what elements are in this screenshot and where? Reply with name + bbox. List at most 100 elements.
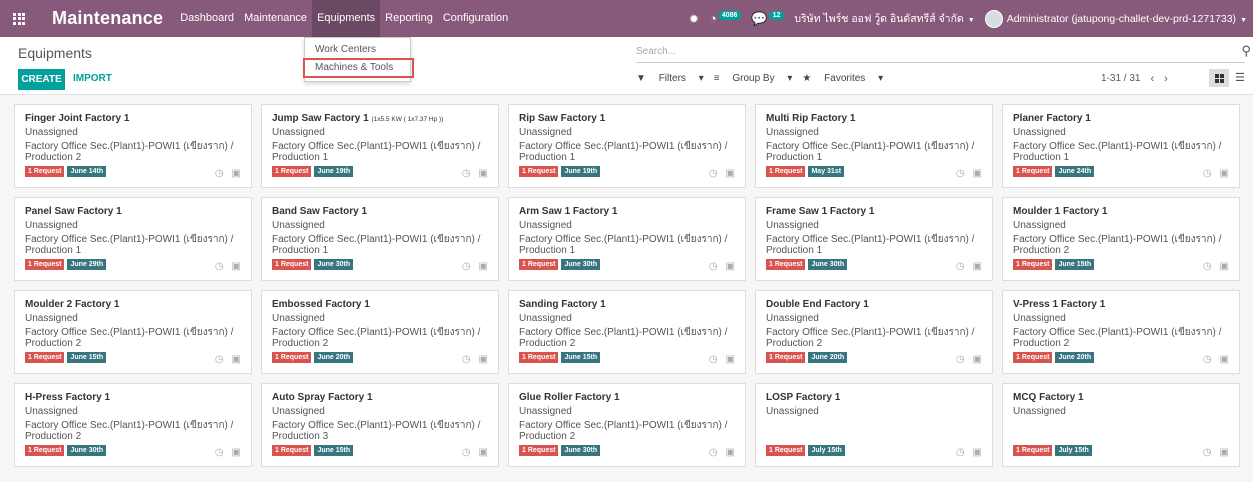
debug-bug-icon[interactable]: ✹ — [689, 12, 699, 26]
equipment-card[interactable]: MCQ Factory 1 Unassigned 1 Request July 15t… — [1002, 383, 1240, 467]
clock-icon[interactable]: ◷ — [215, 354, 224, 365]
clock-icon[interactable]: ◷ — [1203, 447, 1212, 458]
equipment-card[interactable]: Finger Joint Factory 1 Unassigned Factory … — [14, 104, 252, 188]
equipment-card[interactable]: Band Saw Factory 1 Unassigned Factory Offi… — [261, 197, 499, 281]
equipment-card[interactable]: Double End Factory 1 Unassigned Factory Of… — [755, 290, 993, 374]
equipment-card[interactable]: Moulder 1 Factory 1 Unassigned Factory Off… — [1002, 197, 1240, 281]
menu-configuration[interactable]: Configuration — [438, 0, 513, 37]
messaging-menu[interactable]: 💬 12 — [751, 11, 785, 27]
clock-icon[interactable]: ◷ — [709, 447, 718, 458]
request-badge[interactable]: 1 Request — [519, 259, 559, 270]
request-badge[interactable]: 1 Request — [1013, 259, 1053, 270]
equipment-card[interactable]: Planer Factory 1 Unassigned Factory Office… — [1002, 104, 1240, 188]
request-badge[interactable]: 1 Request — [25, 352, 65, 363]
equipment-card[interactable]: LOSP Factory 1 Unassigned 1 Request July 15… — [755, 383, 993, 467]
equipment-card[interactable]: Panel Saw Factory 1 Unassigned Factory Off… — [14, 197, 252, 281]
app-brand[interactable]: Maintenance — [52, 8, 163, 29]
clock-icon[interactable]: ◷ — [215, 261, 224, 272]
request-badge[interactable]: 1 Request — [272, 352, 312, 363]
clock-icon[interactable]: ◷ — [215, 168, 224, 179]
filters-button[interactable]: ▼ Filters ▾ — [636, 73, 704, 84]
request-badge[interactable]: 1 Request — [519, 352, 559, 363]
favorites-button[interactable]: ★ Favorites ▾ — [802, 73, 883, 84]
card-icons: ◷ ▣ — [701, 168, 735, 179]
activity-menu[interactable]: ◔ 4086 — [709, 11, 742, 26]
card-title-text: Auto Spray Factory 1 — [272, 392, 373, 403]
clock-icon[interactable]: ◷ — [956, 168, 965, 179]
request-badge[interactable]: 1 Request — [519, 445, 559, 456]
pager-value[interactable]: 1-31 / 31 — [1101, 73, 1140, 85]
pager-next-icon[interactable]: › — [1164, 73, 1168, 85]
request-badge[interactable]: 1 Request — [272, 259, 312, 270]
request-badge[interactable]: 1 Request — [766, 352, 806, 363]
avatar[interactable] — [984, 9, 1003, 28]
request-badge[interactable]: 1 Request — [25, 445, 65, 456]
request-badge[interactable]: 1 Request — [25, 166, 65, 177]
menu-reporting[interactable]: Reporting — [380, 0, 438, 37]
card-technician: Unassigned — [25, 406, 78, 417]
clock-icon[interactable]: ◷ — [709, 354, 718, 365]
clock-icon[interactable]: ◷ — [1203, 168, 1212, 179]
equipment-card[interactable]: Arm Saw 1 Factory 1 Unassigned Factory Off… — [508, 197, 746, 281]
request-badge[interactable]: 1 Request — [272, 445, 312, 456]
request-badge[interactable]: 1 Request — [272, 166, 312, 177]
equipment-card[interactable]: Frame Saw 1 Factory 1 Unassigned Factory O… — [755, 197, 993, 281]
card-location-line2: Production 2 — [1013, 245, 1070, 256]
request-badge[interactable]: 1 Request — [1013, 166, 1053, 177]
create-button[interactable]: CREATE — [18, 69, 65, 90]
pager: 1-31 / 31 ‹ › — [1101, 73, 1168, 85]
pager-previous-icon[interactable]: ‹ — [1150, 73, 1154, 85]
card-title: Moulder 1 Factory 1 — [1013, 206, 1229, 217]
search-icon[interactable]: ⚲ — [1241, 43, 1251, 59]
equipment-card[interactable]: H-Press Factory 1 Unassigned Factory Offic… — [14, 383, 252, 467]
kanban-view-icon[interactable] — [1209, 69, 1229, 87]
request-badge[interactable]: 1 Request — [1013, 352, 1053, 363]
clock-icon[interactable]: ◷ — [1203, 261, 1212, 272]
group-by-button[interactable]: ≡ Group By ▾ — [714, 73, 793, 84]
card-location-line2: Production 2 — [25, 152, 82, 163]
request-badge[interactable]: 1 Request — [766, 166, 806, 177]
menu-equipments[interactable]: Equipments — [312, 0, 381, 37]
menu-maintenance[interactable]: Maintenance — [239, 0, 312, 37]
search-input[interactable]: Search... ⚲ — [636, 43, 1251, 63]
card-location-line2: Production 1 — [766, 245, 823, 256]
equipment-card[interactable]: Jump Saw Factory 1 (1x5.5 KW ( 1x7.37 Hp… — [261, 104, 499, 188]
list-view-icon[interactable]: ☰ — [1235, 71, 1245, 84]
menu-dashboard[interactable]: Dashboard — [175, 0, 239, 37]
user-menu[interactable]: Administrator (jatupong-challet-dev-prd-… — [1007, 13, 1247, 25]
clock-icon[interactable]: ◷ — [215, 447, 224, 458]
date-badge: June 29th — [67, 259, 107, 270]
clock-icon[interactable]: ◷ — [462, 168, 471, 179]
company-switcher[interactable]: บริษัท ไพร์ช ออฟ วู้ด อินดัสทรีส์ จำกัด ▼ — [794, 10, 974, 27]
clock-icon[interactable]: ◷ — [462, 261, 471, 272]
equipment-card[interactable]: Glue Roller Factory 1 Unassigned Factory O… — [508, 383, 746, 467]
equipment-card[interactable]: Embossed Factory 1 Unassigned Factory Offi… — [261, 290, 499, 374]
equipment-card[interactable]: Sanding Factory 1 Unassigned Factory Offic… — [508, 290, 746, 374]
camera-icon: ▣ — [231, 447, 241, 458]
equipment-card[interactable]: Rip Saw Factory 1 Unassigned Factory Offic… — [508, 104, 746, 188]
equipment-card[interactable]: Auto Spray Factory 1 Unassigned Factory Of… — [261, 383, 499, 467]
import-button[interactable]: IMPORT — [73, 73, 112, 84]
clock-icon[interactable]: ◷ — [1203, 354, 1212, 365]
card-technician: Unassigned — [25, 220, 78, 231]
card-title-text: Band Saw Factory 1 — [272, 206, 368, 217]
card-location: Factory Office Sec.(Plant1)-POWI1 (เขียง… — [272, 420, 481, 431]
request-badge[interactable]: 1 Request — [1013, 445, 1053, 456]
dropdown-item-work-centers[interactable]: Work Centers — [315, 44, 376, 55]
equipment-card[interactable]: Moulder 2 Factory 1 Unassigned Factory Off… — [14, 290, 252, 374]
apps-menu-icon[interactable] — [0, 0, 38, 37]
equipment-card[interactable]: Multi Rip Factory 1 Unassigned Factory Off… — [755, 104, 993, 188]
clock-icon[interactable]: ◷ — [462, 354, 471, 365]
clock-icon[interactable]: ◷ — [709, 261, 718, 272]
request-badge[interactable]: 1 Request — [25, 259, 65, 270]
clock-icon[interactable]: ◷ — [956, 261, 965, 272]
clock-icon[interactable]: ◷ — [709, 168, 718, 179]
card-title: Finger Joint Factory 1 — [25, 113, 241, 124]
clock-icon[interactable]: ◷ — [462, 447, 471, 458]
request-badge[interactable]: 1 Request — [766, 445, 806, 456]
request-badge[interactable]: 1 Request — [766, 259, 806, 270]
clock-icon[interactable]: ◷ — [956, 447, 965, 458]
request-badge[interactable]: 1 Request — [519, 166, 559, 177]
clock-icon[interactable]: ◷ — [956, 354, 965, 365]
equipment-card[interactable]: V-Press 1 Factory 1 Unassigned Factory Off… — [1002, 290, 1240, 374]
